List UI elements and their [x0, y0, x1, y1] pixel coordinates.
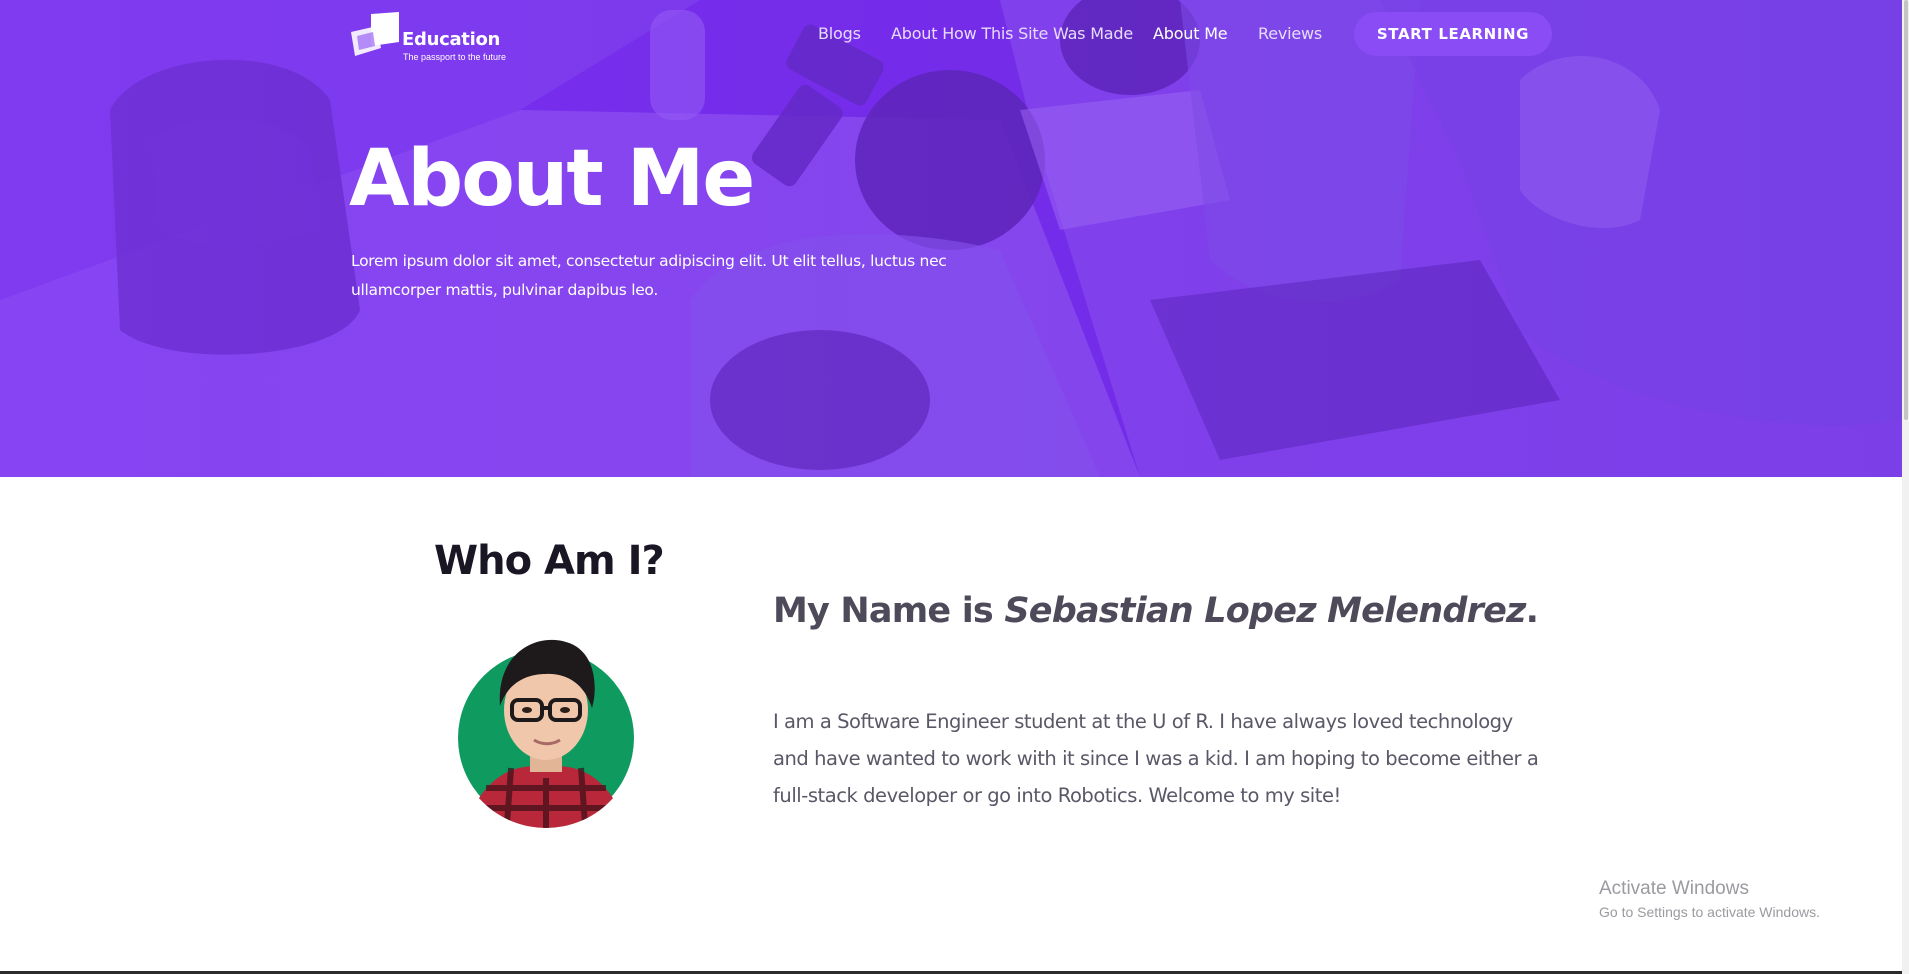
page-scrollbar-thumb[interactable] — [1904, 0, 1908, 420]
nav-link-reviews[interactable]: Reviews — [1258, 24, 1322, 44]
activate-windows-title: Activate Windows — [1599, 878, 1749, 899]
brand-tagline: The passport to the future — [403, 52, 507, 62]
user-avatar-illustration — [458, 639, 634, 828]
hero-subtitle: Lorem ipsum dolor sit amet, consectetur … — [351, 252, 947, 299]
nav-link-about-site[interactable]: About How This Site Was Made — [891, 24, 1133, 44]
hero-banner — [0, 0, 1902, 477]
name-heading: My Name is Sebastian Lopez Melendrez. — [773, 587, 1539, 635]
nav-link-blogs[interactable]: Blogs — [818, 24, 861, 44]
page-title: About Me — [349, 134, 755, 224]
person-name: Sebastian Lopez Melendrez — [1004, 591, 1526, 631]
bio-paragraph: I am a Software Engineer student at the … — [773, 710, 1539, 807]
brand-name: Education — [402, 29, 501, 50]
education-logo-icon — [351, 12, 399, 56]
nav-link-about-me[interactable]: About Me — [1153, 24, 1228, 44]
hero-color-overlay — [0, 0, 1902, 477]
site-logo[interactable]: Education The passport to the future — [351, 12, 521, 62]
who-am-i-heading: Who Am I? — [434, 538, 665, 584]
start-learning-button[interactable]: START LEARNING — [1354, 12, 1552, 56]
activate-windows-subtitle: Go to Settings to activate Windows. — [1599, 904, 1820, 920]
name-suffix: . — [1525, 591, 1539, 631]
name-prefix: My Name is — [773, 591, 1005, 631]
